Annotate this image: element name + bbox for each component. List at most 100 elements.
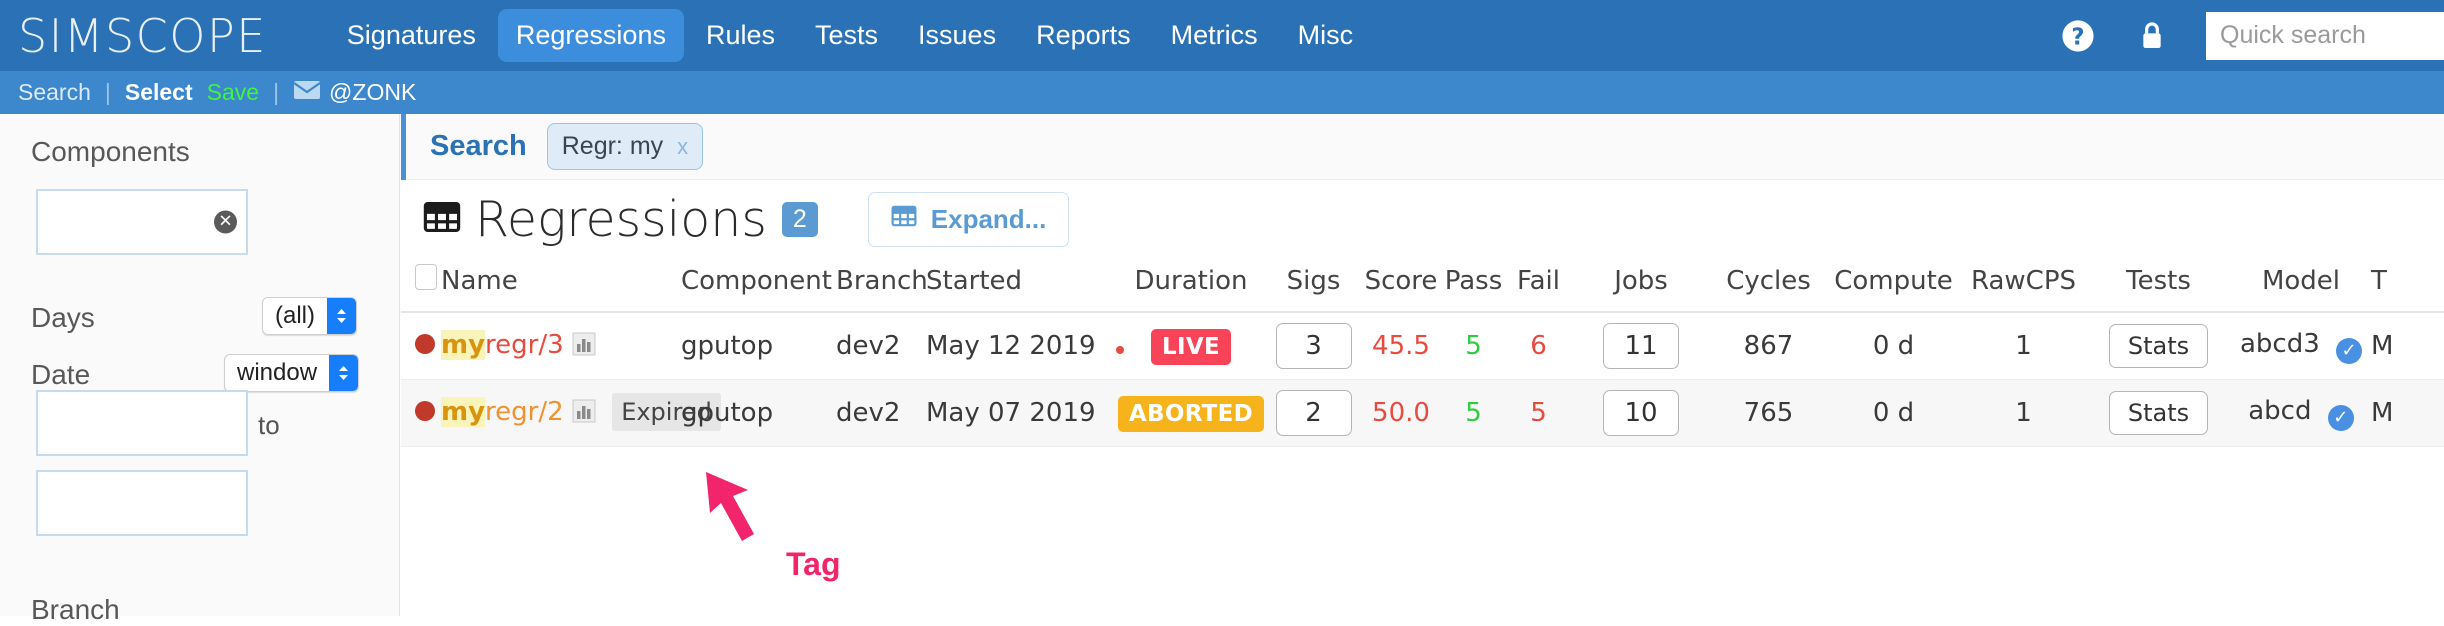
subnav-separator-1: | <box>105 79 111 106</box>
days-select-value: (all) <box>263 298 327 334</box>
col-rawcps[interactable]: RawCPS <box>1961 258 2086 312</box>
col-compute[interactable]: Compute <box>1826 258 1961 312</box>
row-component: gputop <box>681 380 836 447</box>
name-prefix[interactable]: my <box>441 397 485 427</box>
row-rawcps: 1 <box>1961 380 2086 447</box>
table-row[interactable]: myregr/2 Expired gputop dev2 May 07 2019… <box>401 380 2444 447</box>
search-filter-bar: Search Regr: my x <box>401 114 2444 180</box>
filter-chip-text: Regr: my <box>562 132 663 161</box>
table-row[interactable]: myregr/3 gputop dev2 May 12 2019 LIVE <box>401 312 2444 380</box>
search-accent-bar <box>401 114 406 180</box>
main-menu: Signatures Regressions Rules Tests Issue… <box>329 9 1371 62</box>
sigs-box[interactable]: 2 <box>1276 390 1352 436</box>
bar-chart-icon[interactable] <box>572 332 596 363</box>
subnav-select-link[interactable]: Select <box>125 79 193 106</box>
app-logo[interactable]: SIMSCOPE <box>18 13 267 59</box>
row-branch: dev2 <box>836 312 926 380</box>
nav-item-tests[interactable]: Tests <box>797 9 896 62</box>
clear-circle-x-icon[interactable]: ✕ <box>214 211 237 234</box>
date-from-input[interactable] <box>36 390 248 456</box>
nav-item-misc[interactable]: Misc <box>1280 9 1372 62</box>
components-label: Components <box>31 136 190 168</box>
row-sigs: 3 <box>1266 312 1361 380</box>
days-label: Days <box>31 302 95 334</box>
row-started: May 12 2019 <box>926 312 1116 380</box>
filter-chip-regr[interactable]: Regr: my x <box>547 123 703 170</box>
expand-button[interactable]: Expand... <box>868 192 1070 247</box>
subnav-search-link[interactable]: Search <box>18 79 91 106</box>
col-fail[interactable]: Fail <box>1506 258 1571 312</box>
row-compute: 0 d <box>1826 312 1961 380</box>
days-select[interactable]: (all) <box>262 297 357 335</box>
main-content: Search Regr: my x Regressions 2 Exp <box>401 114 2444 616</box>
col-component[interactable]: Component <box>681 258 836 312</box>
filter-sidebar: Components ✕ Days (all) Date window to B… <box>0 114 400 616</box>
col-name[interactable]: Name <box>441 258 681 312</box>
name-prefix[interactable]: my <box>441 330 485 360</box>
row-dot-cell <box>401 380 441 447</box>
quick-search-input[interactable] <box>2206 12 2444 60</box>
name-suffix[interactable]: regr/3 <box>485 330 564 360</box>
row-branch: dev2 <box>836 380 926 447</box>
col-cycles[interactable]: Cycles <box>1711 258 1826 312</box>
subnav-save-link[interactable]: Save <box>207 79 259 106</box>
date-select[interactable]: window <box>224 354 359 392</box>
date-select-value: window <box>225 355 329 391</box>
col-pass[interactable]: Pass <box>1441 258 1506 312</box>
row-fail: 6 <box>1506 312 1571 380</box>
verified-check-icon: ✓ <box>2328 405 2354 431</box>
nav-item-issues[interactable]: Issues <box>900 9 1014 62</box>
col-score[interactable]: Score <box>1361 258 1441 312</box>
stats-button[interactable]: Stats <box>2109 324 2208 368</box>
name-suffix[interactable]: regr/2 <box>485 397 564 427</box>
branch-label: Branch <box>31 594 120 626</box>
row-rawcps: 1 <box>1961 312 2086 380</box>
top-navigation-bar: SIMSCOPE Signatures Regressions Rules Te… <box>0 0 2444 71</box>
nav-item-rules[interactable]: Rules <box>688 9 793 62</box>
close-icon[interactable]: x <box>677 134 688 160</box>
row-fail: 5 <box>1506 380 1571 447</box>
bar-chart-icon[interactable] <box>572 399 596 430</box>
chevron-updown-icon <box>327 298 356 334</box>
col-model[interactable]: Model <box>2231 258 2371 312</box>
nav-item-reports[interactable]: Reports <box>1018 9 1149 62</box>
col-sigs[interactable]: Sigs <box>1266 258 1361 312</box>
sigs-box[interactable]: 3 <box>1276 323 1352 369</box>
components-input[interactable]: ✕ <box>36 189 248 255</box>
col-duration[interactable]: Duration <box>1116 258 1266 312</box>
row-name-cell: myregr/2 Expired <box>441 380 681 447</box>
search-label[interactable]: Search <box>430 130 527 163</box>
col-branch[interactable]: Branch <box>836 258 926 312</box>
subnav-user-label[interactable]: @ZONK <box>329 79 416 106</box>
jobs-box[interactable]: 11 <box>1603 323 1679 369</box>
col-started[interactable]: Started <box>926 258 1116 312</box>
result-count-badge: 2 <box>782 202 818 237</box>
row-started-text: May 12 2019 <box>926 331 1096 361</box>
col-trailing[interactable]: T <box>2371 258 2444 312</box>
page-title: Regressions <box>475 191 767 248</box>
row-jobs: 11 <box>1571 312 1711 380</box>
col-tests[interactable]: Tests <box>2086 258 2231 312</box>
select-all-checkbox[interactable] <box>415 264 437 290</box>
table-grid-icon <box>423 198 461 241</box>
row-score: 45.5 <box>1361 312 1441 380</box>
row-duration: ABORTED <box>1116 380 1266 447</box>
lock-icon[interactable] <box>2132 16 2172 56</box>
nav-item-regressions[interactable]: Regressions <box>498 9 684 62</box>
row-model-text: abcd3 <box>2240 329 2320 359</box>
row-trailing: M <box>2371 312 2444 380</box>
col-select-all <box>401 258 441 312</box>
row-pass: 5 <box>1441 312 1506 380</box>
jobs-box[interactable]: 10 <box>1603 390 1679 436</box>
question-mark-circle-icon[interactable]: ? <box>2058 16 2098 56</box>
started-indicator-dot <box>1116 346 1124 354</box>
row-name-cell: myregr/3 <box>441 312 681 380</box>
nav-item-metrics[interactable]: Metrics <box>1153 9 1276 62</box>
date-to-input[interactable] <box>36 470 248 536</box>
row-tests: Stats <box>2086 380 2231 447</box>
envelope-icon[interactable] <box>293 79 321 106</box>
nav-item-signatures[interactable]: Signatures <box>329 9 494 62</box>
stats-button[interactable]: Stats <box>2109 391 2208 435</box>
col-jobs[interactable]: Jobs <box>1571 258 1711 312</box>
row-model: abcd3 ✓ <box>2231 312 2371 380</box>
